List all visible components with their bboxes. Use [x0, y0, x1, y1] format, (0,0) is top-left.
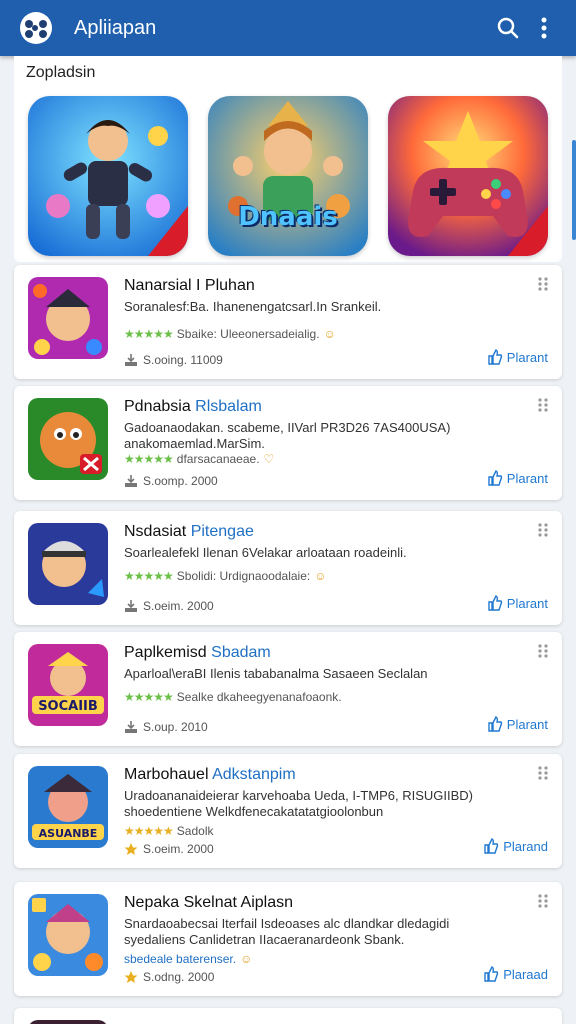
app-thumbnail: ASUANBE: [28, 766, 108, 848]
drag-handle-icon[interactable]: [538, 398, 548, 412]
app-thumbnail: [28, 277, 108, 359]
app-thumbnail: [28, 398, 108, 480]
thumb-up-icon: [488, 595, 502, 611]
featured-section: Zopladsin Dnaais: [14, 56, 562, 262]
app-card[interactable]: Nsdasiat Pitengae Soarlealefekl Ilenan 6…: [14, 511, 562, 625]
app-description: Gadoanaodakan. scabeme, IIVarl PR3D26 7A…: [124, 420, 451, 451]
app-logo-icon[interactable]: [20, 12, 52, 44]
drag-handle-icon[interactable]: [538, 277, 548, 291]
app-card[interactable]: SOCAIIB Paplkemisd Sbadam Aparloal\eraBI…: [14, 632, 562, 746]
app-name: Nanarsial I Pluhan: [124, 277, 255, 294]
scroll-indicator[interactable]: [572, 140, 576, 240]
thumb-up-icon: [484, 966, 499, 982]
app-meta: S.oup. 2010: [124, 720, 208, 734]
svg-text:ASUANBE: ASUANBE: [39, 827, 98, 840]
smiley-icon: ☺: [314, 569, 327, 583]
star-icon: [124, 843, 138, 855]
download-icon: [125, 475, 137, 487]
app-thumbnail: [28, 1020, 108, 1024]
app-rating: sbedeale baterenser. ☺: [124, 952, 253, 966]
app-description: Uradoananaideierar karvehoaba Ueda, I-TM…: [124, 788, 473, 819]
app-description: Soarlealefekl Ilenan 6Velakar arloataan …: [124, 545, 407, 560]
app-card[interactable]: ASUANBE Marbohauel Adkstanpim Uradoanana…: [14, 754, 562, 868]
featured-app-2[interactable]: Dnaais: [208, 96, 368, 256]
star-rating-icon: ★★★★★: [124, 824, 174, 838]
featured-app-3[interactable]: [388, 96, 548, 256]
download-icon: [125, 600, 137, 612]
app-name: Paplkemisd Sbadam: [124, 644, 271, 661]
app-thumbnail: [28, 894, 108, 976]
app-description: Aparloal\eraBI Ilenis tababanalma Sasaee…: [124, 666, 428, 681]
app-title: Apliiapan: [74, 16, 157, 39]
drag-handle-icon[interactable]: [538, 894, 548, 908]
featured-app-1[interactable]: [28, 96, 188, 256]
app-rating: ★★★★★ Sbaike: Uleeonersadeialig. ☺: [124, 327, 336, 341]
gamepad-icon: [388, 96, 548, 256]
app-card[interactable]: Nanarsial I Pluhan Soranalesf:Ba. Ihanen…: [14, 265, 562, 379]
app-meta: S.oeim. 2000: [124, 842, 214, 856]
featured-title: Zopladsin: [26, 64, 96, 81]
thumb-up-icon: [488, 349, 502, 365]
app-name: Marbohauel Adkstanpim: [124, 766, 296, 783]
download-icon: [125, 721, 137, 733]
drag-handle-icon[interactable]: [538, 766, 548, 780]
thumb-up-icon: [488, 716, 502, 732]
thumb-up-icon: [484, 838, 499, 854]
more-vert-icon[interactable]: [526, 10, 562, 46]
install-button[interactable]: Plarand: [483, 838, 548, 854]
search-icon[interactable]: [490, 10, 526, 46]
install-button[interactable]: Plarant: [487, 470, 548, 486]
app-name: Pdnabsia Rlsbalam: [124, 398, 262, 415]
app-meta: S.oeim. 2000: [124, 599, 214, 613]
app-meta: S.ooing. 11009: [124, 353, 223, 367]
app-name: Nepaka Skelnat Aiplasn: [124, 894, 293, 911]
featured-label: Dnaais: [238, 202, 338, 232]
app-card[interactable]: Pdnabsia Rlsbalam Gadoanaodakan. scabeme…: [14, 386, 562, 500]
hero-game-icon: [28, 96, 188, 256]
star-rating-icon: ★★★★★: [124, 569, 174, 583]
app-thumbnail: SOCAIIB: [28, 644, 108, 726]
heart-icon: ♡: [263, 452, 275, 466]
app-meta: S.odng. 2000: [124, 970, 214, 984]
install-button[interactable]: Plaraad: [483, 966, 548, 982]
star-rating-icon: ★★★★★: [124, 452, 174, 466]
svg-text:SOCAIIB: SOCAIIB: [38, 699, 98, 714]
download-icon: [125, 354, 137, 366]
drag-handle-icon[interactable]: [538, 523, 548, 537]
install-button[interactable]: Plarant: [487, 349, 548, 365]
smiley-icon: ☺: [323, 327, 336, 341]
star-rating-icon: ★★★★★: [124, 327, 174, 341]
app-rating: ★★★★★ Sealke dkaheegyenanafoaonk.: [124, 690, 342, 704]
star-icon: [124, 971, 138, 983]
app-meta: S.oomp. 2000: [124, 474, 218, 488]
app-description: Soranalesf:Ba. Ihanenengatcsarl.In Srank…: [124, 299, 382, 314]
app-rating: ★★★★★ Sadolk: [124, 824, 214, 838]
app-bar: Apliiapan: [0, 0, 576, 56]
app-card[interactable]: Nepaka Skelnat Aiplasn Snardaoabecsai It…: [14, 882, 562, 996]
app-thumbnail: [28, 523, 108, 605]
star-rating-icon: ★★★★★: [124, 690, 174, 704]
thumb-up-icon: [488, 470, 502, 486]
install-button[interactable]: Plarant: [487, 595, 548, 611]
app-rating: ★★★★★ Sbolidi: Urdignaoodalaie: ☺: [124, 569, 327, 583]
drag-handle-icon[interactable]: [538, 644, 548, 658]
install-button[interactable]: Plarant: [487, 716, 548, 732]
app-name: Nsdasiat Pitengae: [124, 523, 254, 540]
app-card-partial[interactable]: [14, 1008, 562, 1024]
app-rating: ★★★★★ dfarsacanaeae. ♡: [124, 452, 275, 466]
app-description: Snardaoabecsai Iterfail Isdeoases alc dl…: [124, 916, 450, 947]
adventure-game-icon: [208, 96, 368, 256]
smiley-icon: ☺: [240, 952, 253, 966]
